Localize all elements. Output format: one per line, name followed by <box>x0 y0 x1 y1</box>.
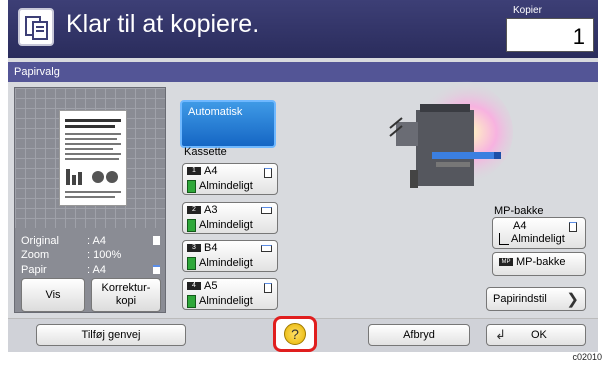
cassette-3-button[interactable]: 3 B4 Almindeligt <box>182 240 278 272</box>
cancel-button[interactable]: Afbryd <box>368 324 470 346</box>
cassette-type: Almindeligt <box>199 295 253 307</box>
cassette-number: 4 <box>187 282 201 290</box>
ok-button[interactable]: ↲ OK <box>486 324 586 346</box>
paper-orientation-icon <box>153 265 160 274</box>
printer-illustration <box>389 80 513 188</box>
view-button[interactable]: Vis <box>21 278 85 312</box>
portrait-orientation-icon <box>569 222 577 232</box>
paper-stack-icon <box>187 180 196 193</box>
help-button[interactable]: ? <box>273 316 317 352</box>
orientation-icon <box>153 236 160 245</box>
cassette-size: B4 <box>204 242 218 254</box>
paper-stack-icon <box>187 295 196 308</box>
landscape-orientation-icon <box>261 245 272 252</box>
proof-copy-button[interactable]: Korrektur- kopi <box>91 278 161 312</box>
copies-field[interactable]: 1 <box>506 18 594 52</box>
paper-settings-label: Papirindstil <box>493 293 547 305</box>
cassette-number: 1 <box>187 167 201 175</box>
mp-type: Almindeligt <box>511 233 565 245</box>
paper-value: : A4 <box>87 264 106 276</box>
cassette-heading: Kassette <box>184 146 227 158</box>
enter-icon: ↲ <box>495 327 506 342</box>
preview-pane: Original : A4 Zoom : 100% Papir : A4 Vis… <box>14 87 166 313</box>
control-panel-screen: Klar til at kopiere. Kopier 1 Papirvalg … <box>8 0 598 352</box>
original-label: Original <box>21 235 59 247</box>
preview-page-thumbnail <box>59 110 127 206</box>
automatic-button[interactable]: Automatisk <box>180 100 276 148</box>
mp-tray-heading: MP-bakke <box>494 205 544 217</box>
copies-label: Kopier <box>513 5 542 16</box>
cassette-type: Almindeligt <box>199 257 253 269</box>
cassette-number: 3 <box>187 244 201 252</box>
ok-label: OK <box>531 329 547 341</box>
paper-stack-icon <box>499 233 509 245</box>
mp-size: A4 <box>513 220 527 232</box>
cassette-1-button[interactable]: 1 A4 Almindeligt <box>182 163 278 195</box>
paper-stack-icon <box>187 219 196 232</box>
cassette-type: Almindeligt <box>199 219 253 231</box>
status-bar: Klar til at kopiere. Kopier 1 <box>8 0 598 58</box>
portrait-orientation-icon <box>264 283 272 293</box>
figure-code: c02010 <box>572 352 602 362</box>
landscape-orientation-icon <box>261 207 272 214</box>
paper-stack-icon <box>187 257 196 270</box>
add-shortcut-button[interactable]: Tilføj genvej <box>36 324 186 346</box>
mp-tray-icon: MP <box>499 258 513 266</box>
paper-settings-button[interactable]: Papirindstil ❯ <box>486 287 586 311</box>
mp-tray-label: MP-bakke <box>516 256 566 268</box>
portrait-orientation-icon <box>264 168 272 178</box>
help-icon: ? <box>284 323 306 345</box>
cassette-4-button[interactable]: 4 A5 Almindeligt <box>182 278 278 310</box>
cassette-size: A3 <box>204 204 218 216</box>
cassette-2-button[interactable]: 2 A3 Almindeligt <box>182 202 278 234</box>
cassette-size: A4 <box>204 165 218 177</box>
chevron-right-icon: ❯ <box>566 291 579 308</box>
cassette-size: A5 <box>204 280 218 292</box>
zoom-label: Zoom <box>21 249 50 261</box>
copies-value: 1 <box>572 24 585 49</box>
mp-tray-button[interactable]: MP MP-bakke <box>492 252 586 276</box>
cassette-type: Almindeligt <box>199 180 253 192</box>
zoom-value: : 100% <box>87 249 122 261</box>
paper-label: Papir <box>21 264 47 276</box>
status-message: Klar til at kopiere. <box>66 10 260 38</box>
copy-icon <box>18 8 54 46</box>
mp-tray-paper-button[interactable]: A4 Almindeligt <box>492 217 586 249</box>
cassette-number: 2 <box>187 206 201 214</box>
original-value: : A4 <box>87 235 106 247</box>
